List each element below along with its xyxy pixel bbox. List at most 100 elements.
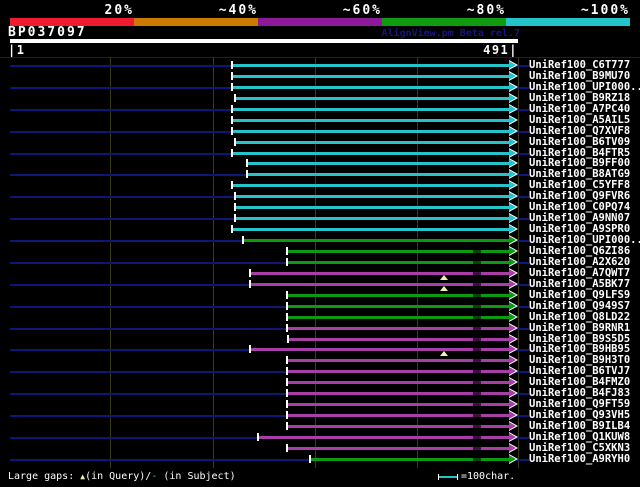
hit-alignment-bar[interactable] xyxy=(247,162,509,165)
hit-start-tick xyxy=(309,455,311,463)
hit-arrowhead xyxy=(509,138,516,146)
hit-alignment-bar[interactable] xyxy=(232,64,509,67)
hit-arrowhead xyxy=(509,105,516,113)
hit-arrowhead xyxy=(509,422,516,430)
hit-alignment-bar[interactable] xyxy=(250,272,509,275)
identity-scale-segment xyxy=(258,18,382,26)
query-gap-triangle xyxy=(440,351,448,356)
hit-arrowhead xyxy=(509,127,516,135)
hit-start-tick xyxy=(287,335,289,343)
hit-arrowhead xyxy=(509,302,516,310)
hit-start-tick xyxy=(286,302,288,310)
hit-arrowhead xyxy=(509,149,516,157)
gap-legend-subject-text: (in Subject) xyxy=(157,471,236,482)
subject-gap-dash xyxy=(473,436,481,439)
hit-arrowhead xyxy=(509,170,516,178)
subject-gap-dash xyxy=(473,348,481,351)
hit-alignment-bar[interactable] xyxy=(235,217,509,220)
hit-arrowhead xyxy=(509,247,516,255)
subject-gap-dash xyxy=(473,359,481,362)
hit-alignment-bar[interactable] xyxy=(235,195,509,198)
hit-alignment-bar[interactable] xyxy=(235,141,509,144)
hit-arrowhead xyxy=(509,356,516,364)
ruler-separator-line xyxy=(0,57,640,58)
hit-arrowhead xyxy=(509,192,516,200)
identity-scale-segment xyxy=(134,18,258,26)
hit-start-tick xyxy=(286,400,288,408)
hit-start-tick xyxy=(286,291,288,299)
hit-start-tick xyxy=(231,225,233,233)
subject-gap-dash xyxy=(473,294,481,297)
hit-arrowhead xyxy=(509,159,516,167)
hit-start-tick xyxy=(286,389,288,397)
hit-alignment-bar[interactable] xyxy=(232,108,509,111)
hit-alignment-bar[interactable] xyxy=(235,97,509,100)
hit-alignment-bar[interactable] xyxy=(235,206,509,209)
hit-arrowhead xyxy=(509,83,516,91)
subject-gap-dash xyxy=(473,261,481,264)
subject-gap-dash xyxy=(473,272,481,275)
query-title: BP037097 xyxy=(8,25,87,40)
subject-gap-dash xyxy=(473,381,481,384)
subject-gap-dash xyxy=(473,283,481,286)
hit-start-tick xyxy=(231,116,233,124)
hit-arrowhead xyxy=(509,411,516,419)
hit-arrowhead xyxy=(509,203,516,211)
hit-start-tick xyxy=(286,356,288,364)
hit-arrowhead xyxy=(509,400,516,408)
subject-gap-dash xyxy=(473,425,481,428)
hit-alignment-bar[interactable] xyxy=(232,119,509,122)
hit-arrowhead xyxy=(509,313,516,321)
hit-alignment-bar[interactable] xyxy=(232,75,509,78)
hit-arrowhead xyxy=(509,433,516,441)
hit-start-tick xyxy=(234,192,236,200)
hit-alignment-bar[interactable] xyxy=(232,228,509,231)
hit-start-tick xyxy=(231,181,233,189)
hit-start-tick xyxy=(286,411,288,419)
hit-alignment-bar[interactable] xyxy=(232,184,509,187)
hit-arrowhead xyxy=(509,225,516,233)
hit-start-tick xyxy=(286,422,288,430)
ruler-end-label: 491| xyxy=(483,43,518,57)
hit-arrowhead xyxy=(509,444,516,452)
hit-arrowhead xyxy=(509,324,516,332)
gap-legend-query-text: (in Query)/ xyxy=(85,471,152,482)
hit-arrowhead xyxy=(509,291,516,299)
identity-scale-tick-label: ~100% xyxy=(580,3,630,18)
hit-start-tick xyxy=(286,444,288,452)
hit-arrowhead xyxy=(509,378,516,386)
hit-start-tick xyxy=(286,313,288,321)
hit-start-tick xyxy=(286,324,288,332)
hit-alignment-bar[interactable] xyxy=(250,348,509,351)
hit-arrowhead xyxy=(509,236,516,244)
hit-alignment-bar[interactable] xyxy=(232,86,509,89)
scale-bar-left-tick xyxy=(438,474,439,480)
hit-alignment-bar[interactable] xyxy=(258,436,509,439)
hit-arrowhead xyxy=(509,258,516,266)
hit-alignment-bar[interactable] xyxy=(232,130,509,133)
hit-start-tick xyxy=(231,83,233,91)
subject-gap-dash xyxy=(473,447,481,450)
hit-arrowhead xyxy=(509,455,516,463)
hit-alignment-bar[interactable] xyxy=(243,239,509,242)
ruler-start-label: |1 xyxy=(8,43,26,57)
identity-scale-tick-label: 20% xyxy=(104,3,134,18)
hit-arrowhead xyxy=(509,389,516,397)
hit-start-tick xyxy=(231,149,233,157)
hit-arrowhead xyxy=(509,345,516,353)
alignview-screen: 20% ~40% ~60% ~80% ~100% BP037097 AlignView.… xyxy=(0,0,640,487)
hit-label[interactable]: UniRef100_A9RYH0 xyxy=(529,453,630,466)
subject-gap-dash xyxy=(473,392,481,395)
hit-arrowhead xyxy=(509,94,516,102)
hit-alignment-bar[interactable] xyxy=(232,152,509,155)
gap-legend-label: Large gaps: xyxy=(8,471,81,482)
scale-bar-sample-line xyxy=(439,476,457,478)
hit-alignment-bar[interactable] xyxy=(247,173,509,176)
hit-alignment-bar[interactable] xyxy=(250,283,509,286)
hit-start-tick xyxy=(231,127,233,135)
hit-arrowhead xyxy=(509,269,516,277)
subject-gap-dash xyxy=(473,458,481,461)
hit-start-tick xyxy=(246,159,248,167)
hit-start-tick xyxy=(249,345,251,353)
hit-start-tick xyxy=(234,203,236,211)
